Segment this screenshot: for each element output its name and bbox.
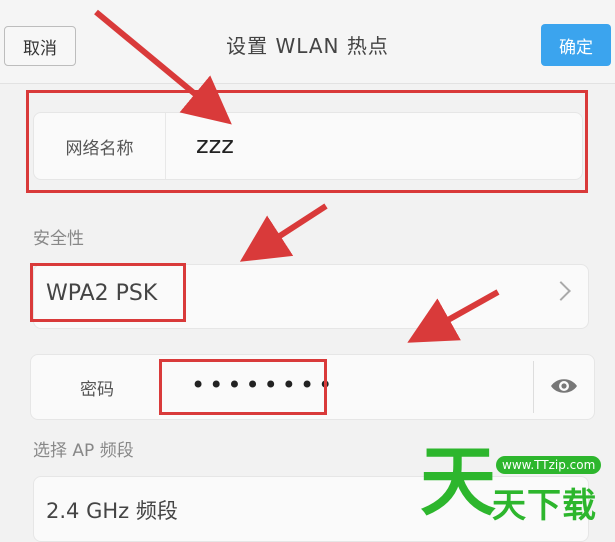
password-row[interactable]: 密码 •••••••• [30,354,595,420]
chevron-right-icon [551,281,571,301]
watermark-logo: 天 www.TTzip.com 天下载 [420,437,615,542]
page-title: 设置 WLAN 热点 [226,34,389,58]
watermark-url: www.TTzip.com [496,456,602,474]
top-bar: 取消 设置 WLAN 热点 确定 [0,0,615,84]
divider [533,361,534,413]
watermark-text: 天下载 [492,486,597,526]
password-input[interactable]: •••••••• [191,371,336,399]
eye-icon[interactable] [549,375,579,397]
security-select[interactable]: WPA2 PSK [33,264,589,329]
confirm-button[interactable]: 确定 [541,24,611,66]
band-section-label: 选择 AP 频段 [33,441,134,461]
security-value: WPA2 PSK [46,281,158,306]
network-name-row[interactable]: 网络名称 zzz [33,112,583,180]
network-name-input[interactable]: zzz [196,131,234,159]
arrow-to-security [239,203,328,262]
watermark-big-char: 天 [420,437,496,526]
band-value: 2.4 GHz 频段 [46,499,178,523]
network-name-label: 网络名称 [34,113,166,179]
password-label: 密码 [80,379,114,400]
security-section-label: 安全性 [33,229,84,249]
